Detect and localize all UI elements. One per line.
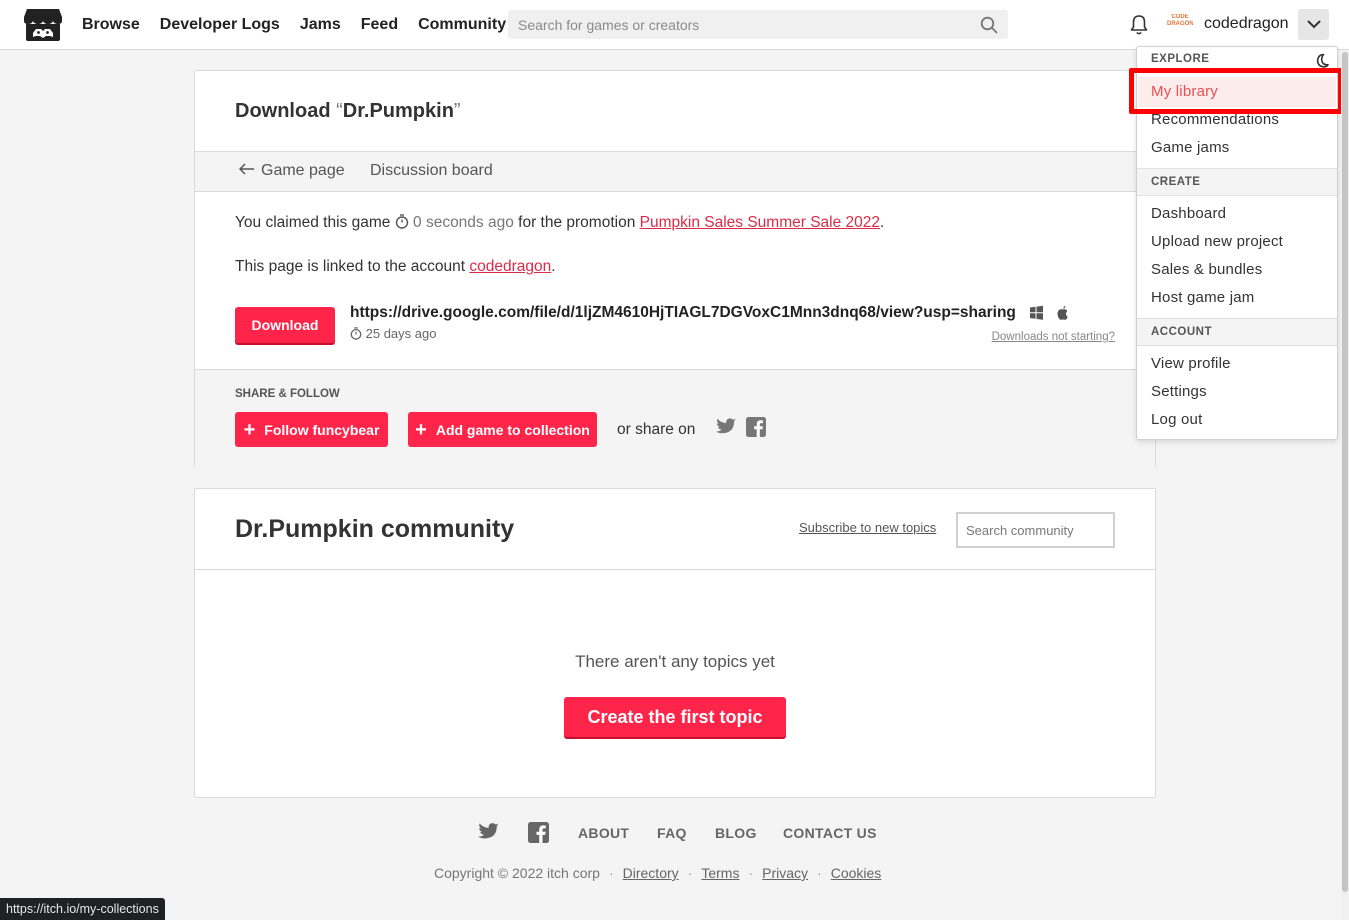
- menu-log-out[interactable]: Log out: [1151, 411, 1202, 428]
- explore-heading: EXPLORE: [1151, 53, 1210, 65]
- footer-facebook-icon[interactable]: [528, 822, 549, 843]
- linked-account-link[interactable]: codedragon: [469, 258, 551, 275]
- menu-dashboard[interactable]: Dashboard: [1151, 205, 1226, 222]
- my-library-highlight-box: [1129, 68, 1343, 114]
- separator: ·: [608, 865, 614, 881]
- account-heading: ACCOUNT: [1137, 318, 1337, 346]
- menu-upload-project[interactable]: Upload new project: [1151, 233, 1283, 250]
- menu-settings[interactable]: Settings: [1151, 383, 1207, 400]
- page-scrollbar[interactable]: [1341, 50, 1349, 920]
- nav-feed[interactable]: Feed: [361, 16, 398, 34]
- claimed-text: You claimed this game: [235, 214, 391, 231]
- community-search: [956, 512, 1115, 548]
- share-follow-heading: SHARE & FOLLOW: [235, 388, 340, 400]
- claim-line: You claimed this game 0 seconds ago for …: [235, 214, 884, 232]
- footer-directory[interactable]: Directory: [623, 865, 679, 881]
- game-subnav: Game page Discussion board: [195, 151, 1155, 192]
- user-menu-toggle[interactable]: [1298, 9, 1329, 40]
- nav-browse[interactable]: Browse: [82, 16, 140, 34]
- notification-bell-icon[interactable]: [1129, 14, 1149, 36]
- menu-host-game-jam[interactable]: Host game jam: [1151, 289, 1254, 306]
- title-game-name: Dr.Pumpkin: [342, 100, 454, 122]
- title-prefix: Download: [235, 100, 337, 122]
- footer-about[interactable]: ABOUT: [578, 825, 629, 841]
- chevron-down-icon: [1307, 20, 1320, 29]
- dark-mode-moon-icon[interactable]: [1313, 53, 1329, 69]
- itch-io-logo-icon[interactable]: [23, 8, 63, 42]
- uploaded-ago: 25 days ago: [350, 326, 436, 341]
- community-divider: [195, 569, 1155, 570]
- nav-developer-logs[interactable]: Developer Logs: [160, 16, 280, 34]
- download-url: https://drive.google.com/file/d/1ljZM461…: [350, 304, 1016, 321]
- uploaded-ago-text: 25 days ago: [365, 326, 437, 341]
- menu-sales-bundles[interactable]: Sales & bundles: [1151, 261, 1262, 278]
- main-nav: Browse Developer Logs Jams Feed Communit…: [82, 0, 526, 50]
- facebook-icon[interactable]: [746, 417, 766, 437]
- claimed-ago: 0 seconds ago: [413, 214, 514, 231]
- follow-button-label: Follow funcybear: [264, 421, 380, 438]
- separator: ·: [817, 865, 822, 881]
- add-to-collection-button[interactable]: + Add game to collection: [408, 412, 597, 447]
- promotion-link[interactable]: Pumpkin Sales Summer Sale 2022: [640, 214, 880, 231]
- community-card: Dr.Pumpkin community Subscribe to new to…: [194, 488, 1156, 798]
- footer-faq[interactable]: FAQ: [657, 825, 687, 841]
- claim-period: .: [880, 214, 885, 231]
- community-search-input[interactable]: [958, 514, 1113, 546]
- username-label[interactable]: codedragon: [1204, 15, 1289, 33]
- top-header: Browse Developer Logs Jams Feed Communit…: [0, 0, 1349, 50]
- platform-icons: [1030, 305, 1068, 320]
- separator: ·: [687, 865, 693, 881]
- footer-copyright-line: Copyright © 2022 itch corp · Directory · Ter…: [434, 865, 881, 881]
- global-search-input[interactable]: [508, 10, 1008, 39]
- footer-privacy[interactable]: Privacy: [762, 865, 808, 881]
- footer-blog[interactable]: BLOG: [715, 825, 757, 841]
- copyright-text: Copyright © 2022 itch corp: [434, 865, 600, 881]
- menu-view-profile[interactable]: View profile: [1151, 355, 1231, 372]
- nav-jams[interactable]: Jams: [300, 16, 341, 34]
- download-button[interactable]: Download: [235, 307, 335, 343]
- menu-game-jams[interactable]: Game jams: [1151, 139, 1230, 156]
- scrollbar-thumb[interactable]: [1342, 52, 1348, 892]
- footer-twitter-icon[interactable]: [478, 823, 500, 841]
- title-open-quote: “: [336, 100, 343, 122]
- footer-terms[interactable]: Terms: [701, 865, 739, 881]
- community-title: Dr.Pumpkin community: [235, 515, 515, 543]
- user-avatar[interactable]: CODE DRAGON: [1167, 14, 1193, 34]
- discussion-board-link[interactable]: Discussion board: [370, 162, 493, 180]
- or-share-text: or share on: [617, 421, 696, 438]
- plus-icon: +: [415, 418, 427, 441]
- downloads-not-starting-link[interactable]: Downloads not starting?: [992, 331, 1115, 343]
- promotion-text: for the promotion: [518, 214, 636, 231]
- stopwatch-icon: [395, 214, 408, 229]
- apple-icon: [1057, 305, 1068, 320]
- create-first-topic-button[interactable]: Create the first topic: [564, 697, 786, 737]
- linked-period: .: [551, 258, 556, 275]
- search-icon[interactable]: [980, 16, 998, 34]
- footer-contact[interactable]: CONTACT US: [783, 825, 877, 841]
- footer-cookies[interactable]: Cookies: [831, 865, 882, 881]
- back-arrow-icon[interactable]: [238, 162, 255, 180]
- nav-community[interactable]: Community: [418, 16, 506, 34]
- add-to-collection-label: Add game to collection: [435, 421, 590, 438]
- title-close-quote: ”: [453, 100, 461, 122]
- share-follow-section: SHARE & FOLLOW + Follow funcybear + Add ga…: [195, 369, 1155, 468]
- twitter-icon[interactable]: [716, 418, 737, 436]
- windows-icon: [1030, 305, 1043, 320]
- separator: ·: [748, 865, 754, 881]
- plus-icon: +: [243, 418, 256, 441]
- subscribe-topics-link[interactable]: Subscribe to new topics: [799, 520, 936, 535]
- footer-links: ABOUT FAQ BLOG CONTACT US: [0, 822, 1349, 844]
- status-bar-url: https://itch.io/my-collections: [0, 898, 165, 920]
- create-heading: CREATE: [1137, 168, 1337, 196]
- linked-text: This page is linked to the account: [235, 258, 466, 275]
- page-title: Download “Dr.Pumpkin”: [235, 100, 461, 123]
- global-search: [508, 10, 1008, 39]
- download-card: Download “Dr.Pumpkin” Game page Discussi…: [194, 70, 1156, 468]
- game-page-link[interactable]: Game page: [261, 162, 345, 180]
- stopwatch-icon: [350, 327, 362, 340]
- linked-line: This page is linked to the account coded…: [235, 258, 556, 276]
- empty-topics-message: There aren't any topics yet: [575, 652, 775, 671]
- follow-button[interactable]: + Follow funcybear: [235, 412, 388, 447]
